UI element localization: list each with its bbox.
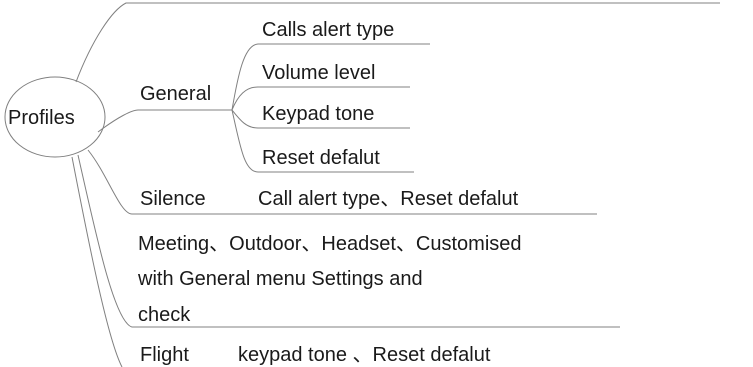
general-item-keypad-tone: Keypad tone	[262, 103, 374, 125]
silence-detail: Call alert type、Reset defalut	[258, 188, 519, 210]
general-label: General	[140, 83, 211, 105]
meeting-line-3: check	[138, 304, 191, 326]
general-item-calls-alert-type: Calls alert type	[262, 19, 394, 41]
general-item-volume-level: Volume level	[262, 62, 375, 84]
mind-map: Profiles General Calls alert type Volume…	[4, 2, 720, 367]
flight-branch-connector	[71, 156, 123, 367]
meeting-line-1: Meeting、Outdoor、Headset、Customised	[138, 233, 522, 255]
flight-label: Flight	[140, 344, 189, 366]
general-item-reset-default: Reset defalut	[262, 147, 380, 169]
general-branch-connector	[97, 109, 232, 133]
silence-label: Silence	[140, 188, 206, 210]
top-branch-connector	[75, 2, 720, 83]
flight-detail: keypad tone 、Reset defalut	[238, 344, 491, 366]
meeting-line-2: with General menu Settings and	[137, 268, 423, 290]
root-node-label: Profiles	[8, 107, 75, 129]
